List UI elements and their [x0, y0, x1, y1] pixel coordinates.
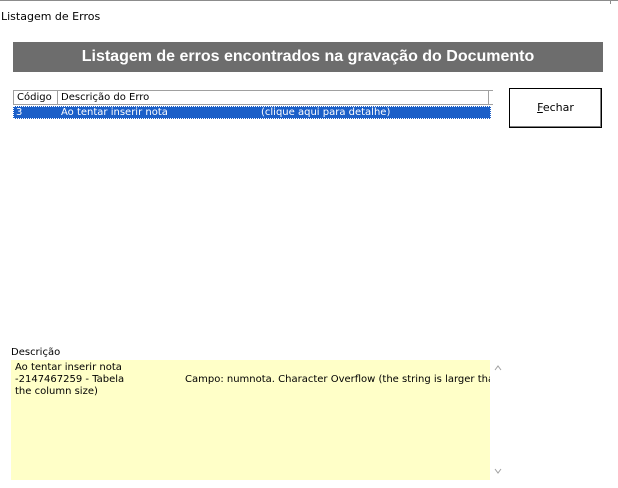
cell-descricao: Ao tentar inserir nota: [61, 107, 168, 118]
cell-codigo: 3: [16, 107, 23, 118]
description-line-right: Campo: numnota. Character Overflow (the …: [185, 374, 501, 385]
description-line-left: -2147467259 - Tabela: [15, 374, 125, 385]
detail-link[interactable]: (clique aqui para detalhe): [258, 106, 458, 119]
error-grid[interactable]: Código Descrição do Erro 3 Ao tentar ins…: [13, 90, 493, 126]
chevron-up-icon[interactable]: [493, 363, 503, 373]
window-title: Listagem de Erros: [1, 10, 101, 23]
chevron-down-icon[interactable]: [493, 466, 503, 476]
fechar-button[interactable]: Fechar: [509, 88, 602, 128]
table-row[interactable]: 3 Ao tentar inserir nota (clique aqui pa…: [13, 106, 491, 119]
column-header-codigo[interactable]: Código: [13, 91, 58, 104]
description-line: Ao tentar inserir nota: [15, 362, 122, 373]
page-header: Listagem de erros encontrados na gravaçã…: [13, 42, 603, 72]
description-line: the column size): [15, 386, 98, 397]
window-right-edge: [610, 0, 618, 4]
description-textbox[interactable]: Ao tentar inserir nota -2147467259 - Tab…: [11, 360, 506, 480]
vertical-scrollbar[interactable]: [490, 360, 506, 480]
description-label: Descrição: [11, 347, 61, 358]
column-header-descricao[interactable]: Descrição do Erro: [58, 91, 489, 104]
window-top-border: [0, 0, 618, 3]
grid-header: Código Descrição do Erro: [13, 90, 493, 105]
description-line: -2147467259 - Tabela Campo: numnota. Cha…: [15, 374, 500, 386]
fechar-label: echar: [542, 101, 574, 114]
description-text: Ao tentar inserir nota -2147467259 - Tab…: [11, 360, 500, 480]
